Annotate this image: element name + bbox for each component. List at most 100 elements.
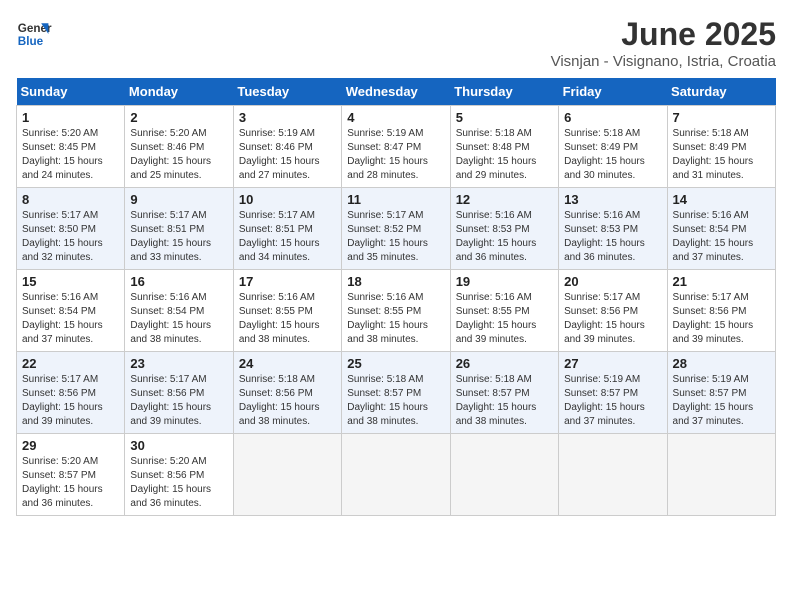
day-number: 23 <box>130 356 227 371</box>
day-number: 15 <box>22 274 119 289</box>
day-number: 13 <box>564 192 661 207</box>
calendar-cell: 17Sunrise: 5:16 AM Sunset: 8:55 PM Dayli… <box>233 270 341 352</box>
day-info: Sunrise: 5:17 AM Sunset: 8:51 PM Dayligh… <box>239 209 336 265</box>
calendar-cell: 11 Sunrise: 5:17 AM Sunset: 8:52 PM Dayli… <box>342 188 450 270</box>
header-day-monday: Monday <box>125 78 233 106</box>
day-info: Sunrise: 5:16 AM Sunset: 8:53 PM Dayligh… <box>564 209 661 265</box>
day-info: Sunrise: 5:16 AM Sunset: 8:55 PM Dayligh… <box>239 291 336 347</box>
day-info: Sunrise: 5:17 AM Sunset: 8:56 PM Dayligh… <box>22 373 119 429</box>
day-info: Sunrise: 5:16 AM Sunset: 8:54 PM Dayligh… <box>22 291 119 347</box>
calendar-title: June 2025 <box>551 16 776 53</box>
day-info: Sunrise: 5:17 AM Sunset: 8:52 PM Dayligh… <box>347 209 444 265</box>
day-info: Sunrise: 5:18 AM Sunset: 8:49 PM Dayligh… <box>564 127 661 183</box>
day-number: 21 <box>673 274 770 289</box>
day-number: 26 <box>456 356 553 371</box>
calendar-cell <box>342 434 450 516</box>
day-number: 30 <box>130 438 227 453</box>
week-row-2: 8Sunrise: 5:17 AM Sunset: 8:50 PM Daylig… <box>17 188 776 270</box>
day-info: Sunrise: 5:16 AM Sunset: 8:54 PM Dayligh… <box>130 291 227 347</box>
day-number: 6 <box>564 110 661 125</box>
calendar-cell: 20 Sunrise: 5:17 AM Sunset: 8:56 PM Dayli… <box>559 270 667 352</box>
header-day-thursday: Thursday <box>450 78 558 106</box>
calendar-cell: 28 Sunrise: 5:19 AM Sunset: 8:57 PM Dayli… <box>667 352 775 434</box>
calendar-cell: 26Sunrise: 5:18 AM Sunset: 8:57 PM Dayli… <box>450 352 558 434</box>
calendar-cell: 12 Sunrise: 5:16 AM Sunset: 8:53 PM Dayli… <box>450 188 558 270</box>
week-row-3: 15 Sunrise: 5:16 AM Sunset: 8:54 PM Dayli… <box>17 270 776 352</box>
day-info: Sunrise: 5:17 AM Sunset: 8:56 PM Dayligh… <box>564 291 661 347</box>
day-info: Sunrise: 5:18 AM Sunset: 8:56 PM Dayligh… <box>239 373 336 429</box>
day-number: 5 <box>456 110 553 125</box>
calendar-cell <box>450 434 558 516</box>
day-number: 12 <box>456 192 553 207</box>
day-number: 2 <box>130 110 227 125</box>
calendar-cell: 25 Sunrise: 5:18 AM Sunset: 8:57 PM Dayli… <box>342 352 450 434</box>
calendar-cell <box>559 434 667 516</box>
calendar-cell: 7 Sunrise: 5:18 AM Sunset: 8:49 PM Daylig… <box>667 106 775 188</box>
svg-text:Blue: Blue <box>18 35 44 48</box>
calendar-cell: 15 Sunrise: 5:16 AM Sunset: 8:54 PM Dayli… <box>17 270 125 352</box>
calendar-cell: 10 Sunrise: 5:17 AM Sunset: 8:51 PM Dayli… <box>233 188 341 270</box>
calendar-cell <box>667 434 775 516</box>
header-day-saturday: Saturday <box>667 78 775 106</box>
day-info: Sunrise: 5:18 AM Sunset: 8:57 PM Dayligh… <box>347 373 444 429</box>
day-number: 28 <box>673 356 770 371</box>
calendar-cell: 30 Sunrise: 5:20 AM Sunset: 8:56 PM Dayli… <box>125 434 233 516</box>
day-info: Sunrise: 5:18 AM Sunset: 8:49 PM Dayligh… <box>673 127 770 183</box>
calendar-cell: 9 Sunrise: 5:17 AM Sunset: 8:51 PM Daylig… <box>125 188 233 270</box>
day-info: Sunrise: 5:16 AM Sunset: 8:53 PM Dayligh… <box>456 209 553 265</box>
day-number: 14 <box>673 192 770 207</box>
calendar-cell: 19Sunrise: 5:16 AM Sunset: 8:55 PM Dayli… <box>450 270 558 352</box>
calendar-cell: 23Sunrise: 5:17 AM Sunset: 8:56 PM Dayli… <box>125 352 233 434</box>
day-info: Sunrise: 5:19 AM Sunset: 8:57 PM Dayligh… <box>564 373 661 429</box>
day-number: 29 <box>22 438 119 453</box>
calendar-cell: 16 Sunrise: 5:16 AM Sunset: 8:54 PM Dayli… <box>125 270 233 352</box>
day-info: Sunrise: 5:16 AM Sunset: 8:55 PM Dayligh… <box>347 291 444 347</box>
day-number: 10 <box>239 192 336 207</box>
day-number: 25 <box>347 356 444 371</box>
day-info: Sunrise: 5:20 AM Sunset: 8:45 PM Dayligh… <box>22 127 119 183</box>
day-info: Sunrise: 5:18 AM Sunset: 8:48 PM Dayligh… <box>456 127 553 183</box>
day-info: Sunrise: 5:20 AM Sunset: 8:57 PM Dayligh… <box>22 455 119 511</box>
day-number: 8 <box>22 192 119 207</box>
header-day-wednesday: Wednesday <box>342 78 450 106</box>
calendar-cell: 18 Sunrise: 5:16 AM Sunset: 8:55 PM Dayli… <box>342 270 450 352</box>
calendar-cell: 5 Sunrise: 5:18 AM Sunset: 8:48 PM Daylig… <box>450 106 558 188</box>
day-info: Sunrise: 5:20 AM Sunset: 8:46 PM Dayligh… <box>130 127 227 183</box>
calendar-cell <box>233 434 341 516</box>
calendar-subtitle: Visnjan - Visignano, Istria, Croatia <box>551 53 776 70</box>
calendar-table: SundayMondayTuesdayWednesdayThursdayFrid… <box>16 78 776 516</box>
day-info: Sunrise: 5:19 AM Sunset: 8:57 PM Dayligh… <box>673 373 770 429</box>
calendar-cell: 4Sunrise: 5:19 AM Sunset: 8:47 PM Daylig… <box>342 106 450 188</box>
day-number: 22 <box>22 356 119 371</box>
calendar-header: SundayMondayTuesdayWednesdayThursdayFrid… <box>17 78 776 106</box>
day-info: Sunrise: 5:16 AM Sunset: 8:55 PM Dayligh… <box>456 291 553 347</box>
day-info: Sunrise: 5:17 AM Sunset: 8:51 PM Dayligh… <box>130 209 227 265</box>
calendar-body: 1Sunrise: 5:20 AM Sunset: 8:45 PM Daylig… <box>17 106 776 516</box>
calendar-cell: 6 Sunrise: 5:18 AM Sunset: 8:49 PM Daylig… <box>559 106 667 188</box>
calendar-cell: 27Sunrise: 5:19 AM Sunset: 8:57 PM Dayli… <box>559 352 667 434</box>
calendar-cell: 24 Sunrise: 5:18 AM Sunset: 8:56 PM Dayli… <box>233 352 341 434</box>
day-number: 4 <box>347 110 444 125</box>
calendar-cell: 1Sunrise: 5:20 AM Sunset: 8:45 PM Daylig… <box>17 106 125 188</box>
day-number: 7 <box>673 110 770 125</box>
calendar-cell: 2 Sunrise: 5:20 AM Sunset: 8:46 PM Daylig… <box>125 106 233 188</box>
day-info: Sunrise: 5:17 AM Sunset: 8:56 PM Dayligh… <box>673 291 770 347</box>
day-info: Sunrise: 5:20 AM Sunset: 8:56 PM Dayligh… <box>130 455 227 511</box>
day-info: Sunrise: 5:19 AM Sunset: 8:46 PM Dayligh… <box>239 127 336 183</box>
calendar-cell: 13 Sunrise: 5:16 AM Sunset: 8:53 PM Dayli… <box>559 188 667 270</box>
calendar-cell: 21 Sunrise: 5:17 AM Sunset: 8:56 PM Dayli… <box>667 270 775 352</box>
day-info: Sunrise: 5:16 AM Sunset: 8:54 PM Dayligh… <box>673 209 770 265</box>
week-row-1: 1Sunrise: 5:20 AM Sunset: 8:45 PM Daylig… <box>17 106 776 188</box>
day-number: 20 <box>564 274 661 289</box>
calendar-cell: 3Sunrise: 5:19 AM Sunset: 8:46 PM Daylig… <box>233 106 341 188</box>
title-area: June 2025 Visnjan - Visignano, Istria, C… <box>551 16 776 70</box>
day-number: 9 <box>130 192 227 207</box>
day-number: 24 <box>239 356 336 371</box>
logo-icon: General Blue <box>16 16 52 52</box>
calendar-cell: 29 Sunrise: 5:20 AM Sunset: 8:57 PM Dayli… <box>17 434 125 516</box>
week-row-5: 29 Sunrise: 5:20 AM Sunset: 8:57 PM Dayli… <box>17 434 776 516</box>
day-number: 11 <box>347 192 444 207</box>
header-day-sunday: Sunday <box>17 78 125 106</box>
day-number: 16 <box>130 274 227 289</box>
day-number: 18 <box>347 274 444 289</box>
